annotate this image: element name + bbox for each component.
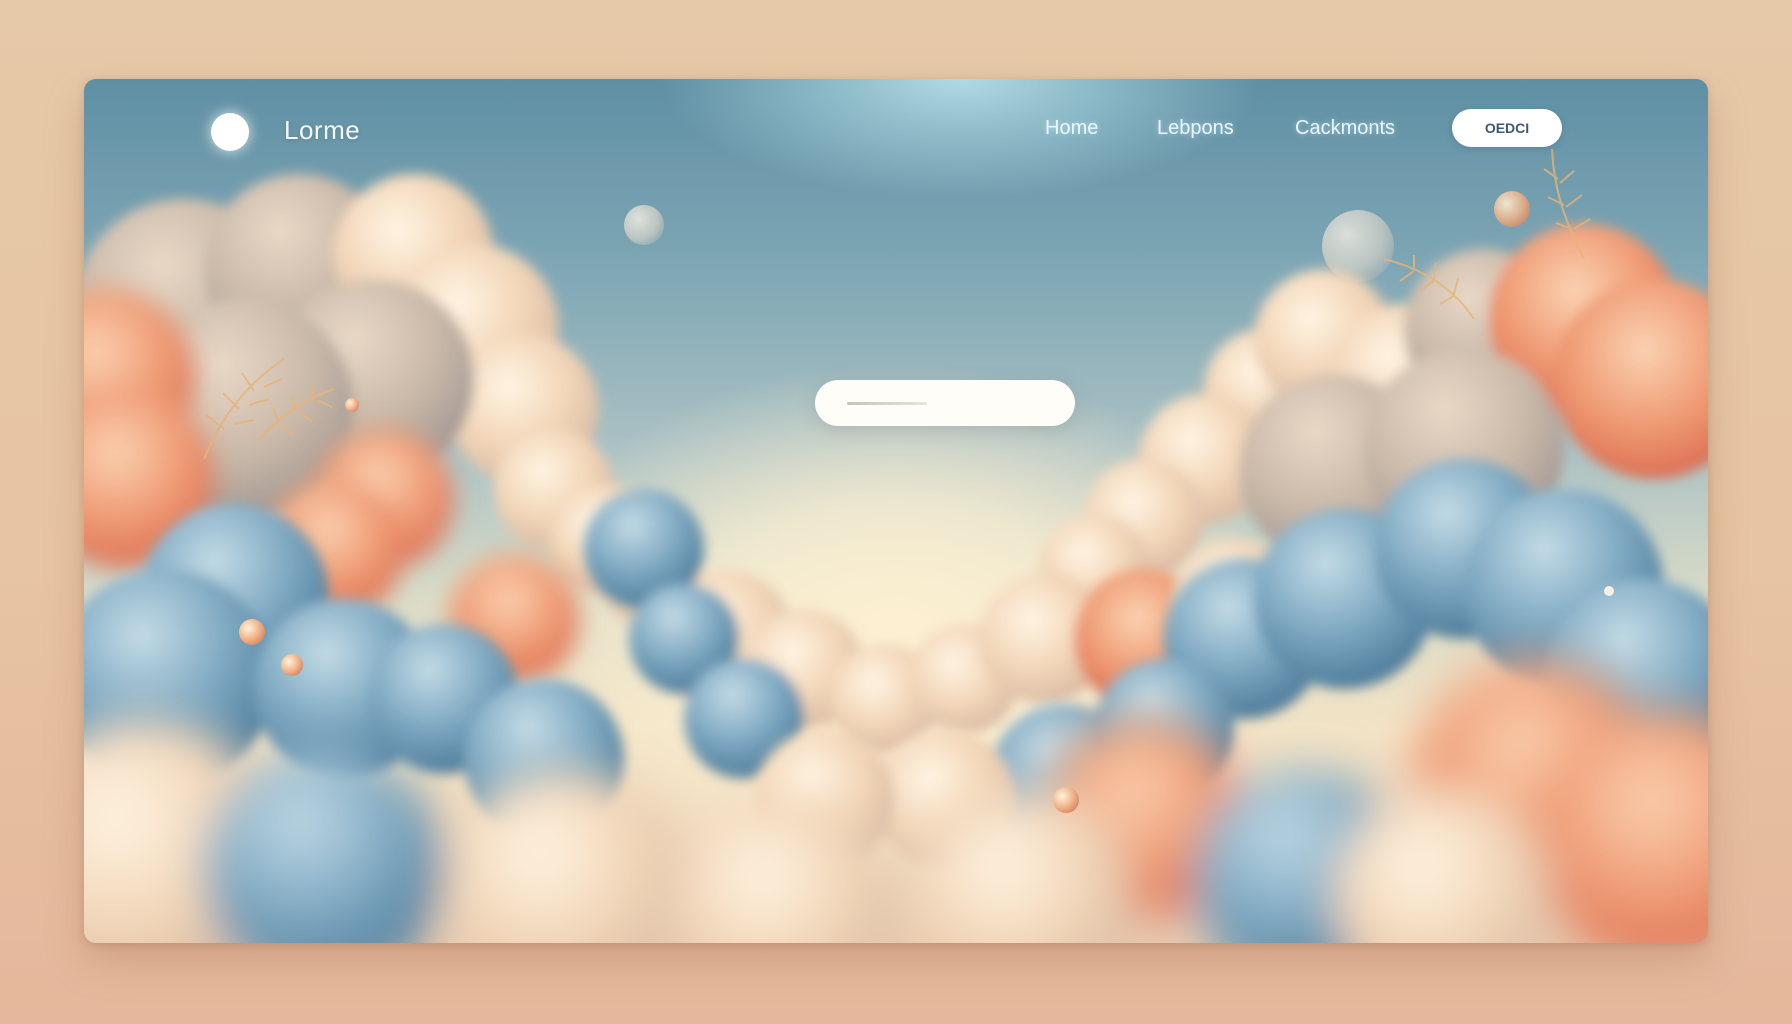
orb-4 (1053, 787, 1079, 813)
logo-circle-icon[interactable] (211, 113, 249, 151)
nav-item-3[interactable]: Cackmonts (1295, 117, 1395, 140)
cloud-scene-illustration (84, 148, 1708, 943)
nav-item-2[interactable]: Lebpons (1157, 117, 1234, 140)
cta-button[interactable]: OEDCI (1452, 109, 1562, 147)
hero-frame: Lorme Home Lebpons Cackmonts OEDCI (84, 79, 1708, 943)
moon-orb (1494, 191, 1530, 227)
brand-name[interactable]: Lorme (284, 115, 360, 146)
search-input[interactable] (815, 380, 1075, 426)
orb-2 (239, 619, 265, 645)
orb-5 (1604, 586, 1614, 596)
moon-small (624, 205, 664, 245)
orb-3 (281, 654, 303, 676)
search-bar-icon (847, 401, 927, 405)
nav-home[interactable]: Home (1045, 117, 1098, 140)
orb-1 (345, 398, 359, 412)
